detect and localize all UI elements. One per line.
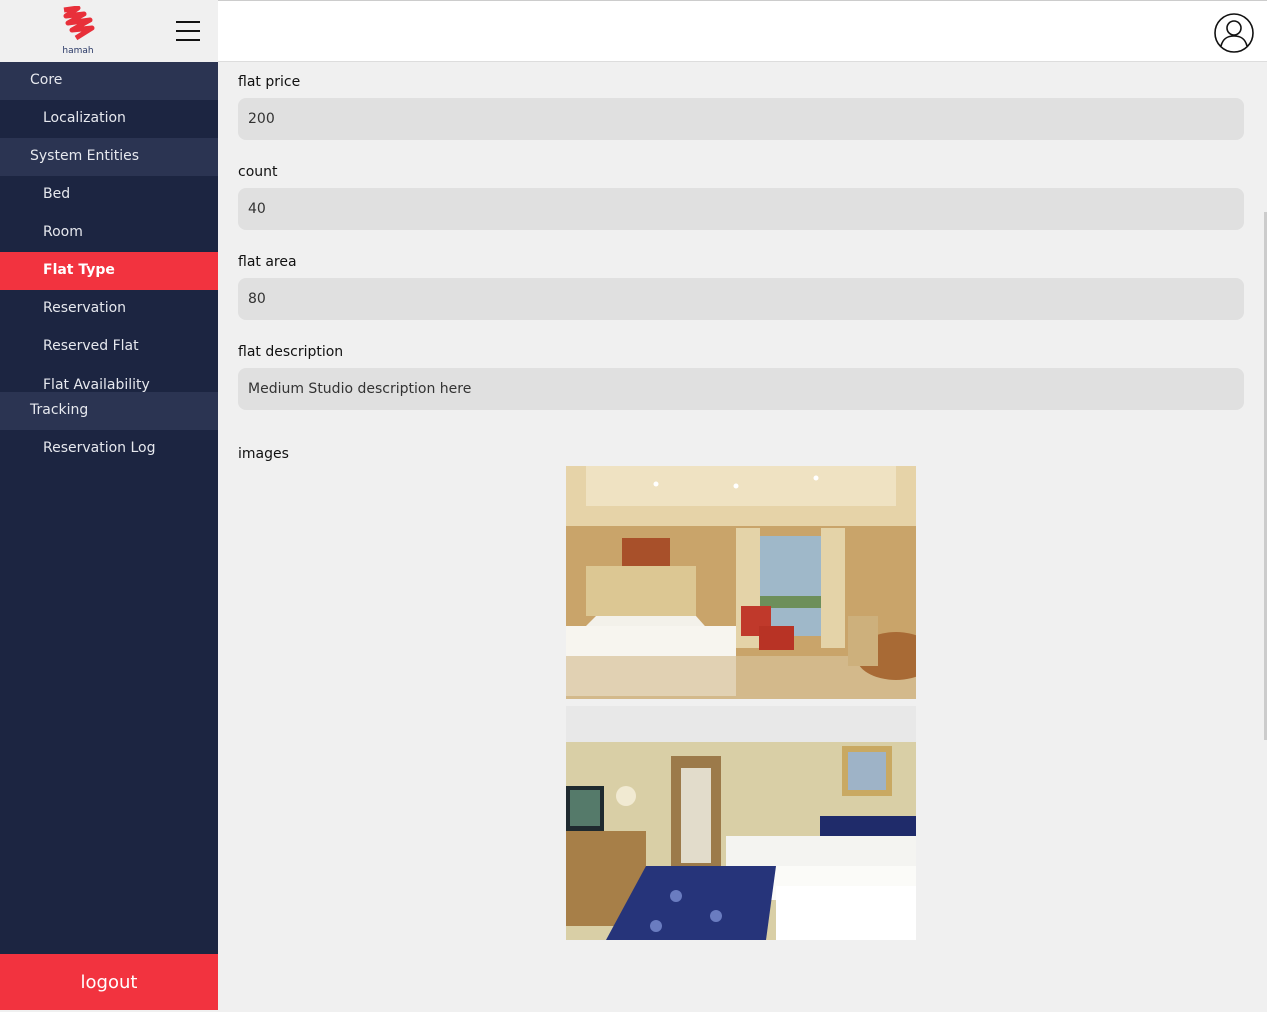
sidebar-item-room[interactable]: Room — [0, 214, 218, 252]
images-gallery — [566, 466, 916, 940]
sidebar-item-reservation-log[interactable]: Reservation Log — [0, 430, 218, 468]
count-label: count — [238, 164, 278, 180]
flat-description-label: flat description — [238, 344, 344, 360]
flat-area-input[interactable]: 80 — [238, 278, 1244, 320]
nav-group-core: Core — [0, 62, 218, 100]
flat-description-input[interactable]: Medium Studio description here — [238, 368, 1244, 410]
top-bar — [218, 0, 1267, 62]
sidebar-item-bed[interactable]: Bed — [0, 176, 218, 214]
sidebar-item-reservation[interactable]: Reservation — [0, 290, 218, 328]
flat-image-1 — [566, 466, 916, 699]
user-avatar-icon[interactable] — [1214, 13, 1254, 53]
flat-type-form: flat price 200 count 40 flat area 80 fla… — [238, 62, 1244, 940]
flat-price-input[interactable]: 200 — [238, 98, 1244, 140]
sidebar-item-flat-availability[interactable]: Flat Availability — [0, 366, 218, 393]
images-label: images — [238, 446, 289, 462]
sidebar-item-flat-type[interactable]: Flat Type — [0, 252, 218, 290]
brand-logo[interactable]: hamah — [56, 5, 100, 56]
sidebar-item-localization[interactable]: Localization — [0, 100, 218, 138]
nav-group-tracking: Tracking — [0, 392, 218, 430]
flat-image-2 — [566, 706, 916, 940]
menu-toggle-icon[interactable] — [176, 21, 200, 41]
flat-area-label: flat area — [238, 254, 297, 270]
nav-group-system-entities: System Entities — [0, 138, 218, 176]
logout-button[interactable]: logout — [0, 954, 218, 1010]
logo-text: hamah — [62, 46, 94, 56]
sidebar-item-reserved-flat[interactable]: Reserved Flat — [0, 328, 218, 366]
sidebar-nav: Core Localization System Entities Bed Ro… — [0, 62, 218, 468]
logo-mark-icon — [63, 5, 95, 41]
sidebar: hamah Core Localization System Entities … — [0, 0, 218, 1010]
logo-bar: hamah — [0, 0, 218, 62]
count-input[interactable]: 40 — [238, 188, 1244, 230]
flat-price-label: flat price — [238, 74, 301, 90]
